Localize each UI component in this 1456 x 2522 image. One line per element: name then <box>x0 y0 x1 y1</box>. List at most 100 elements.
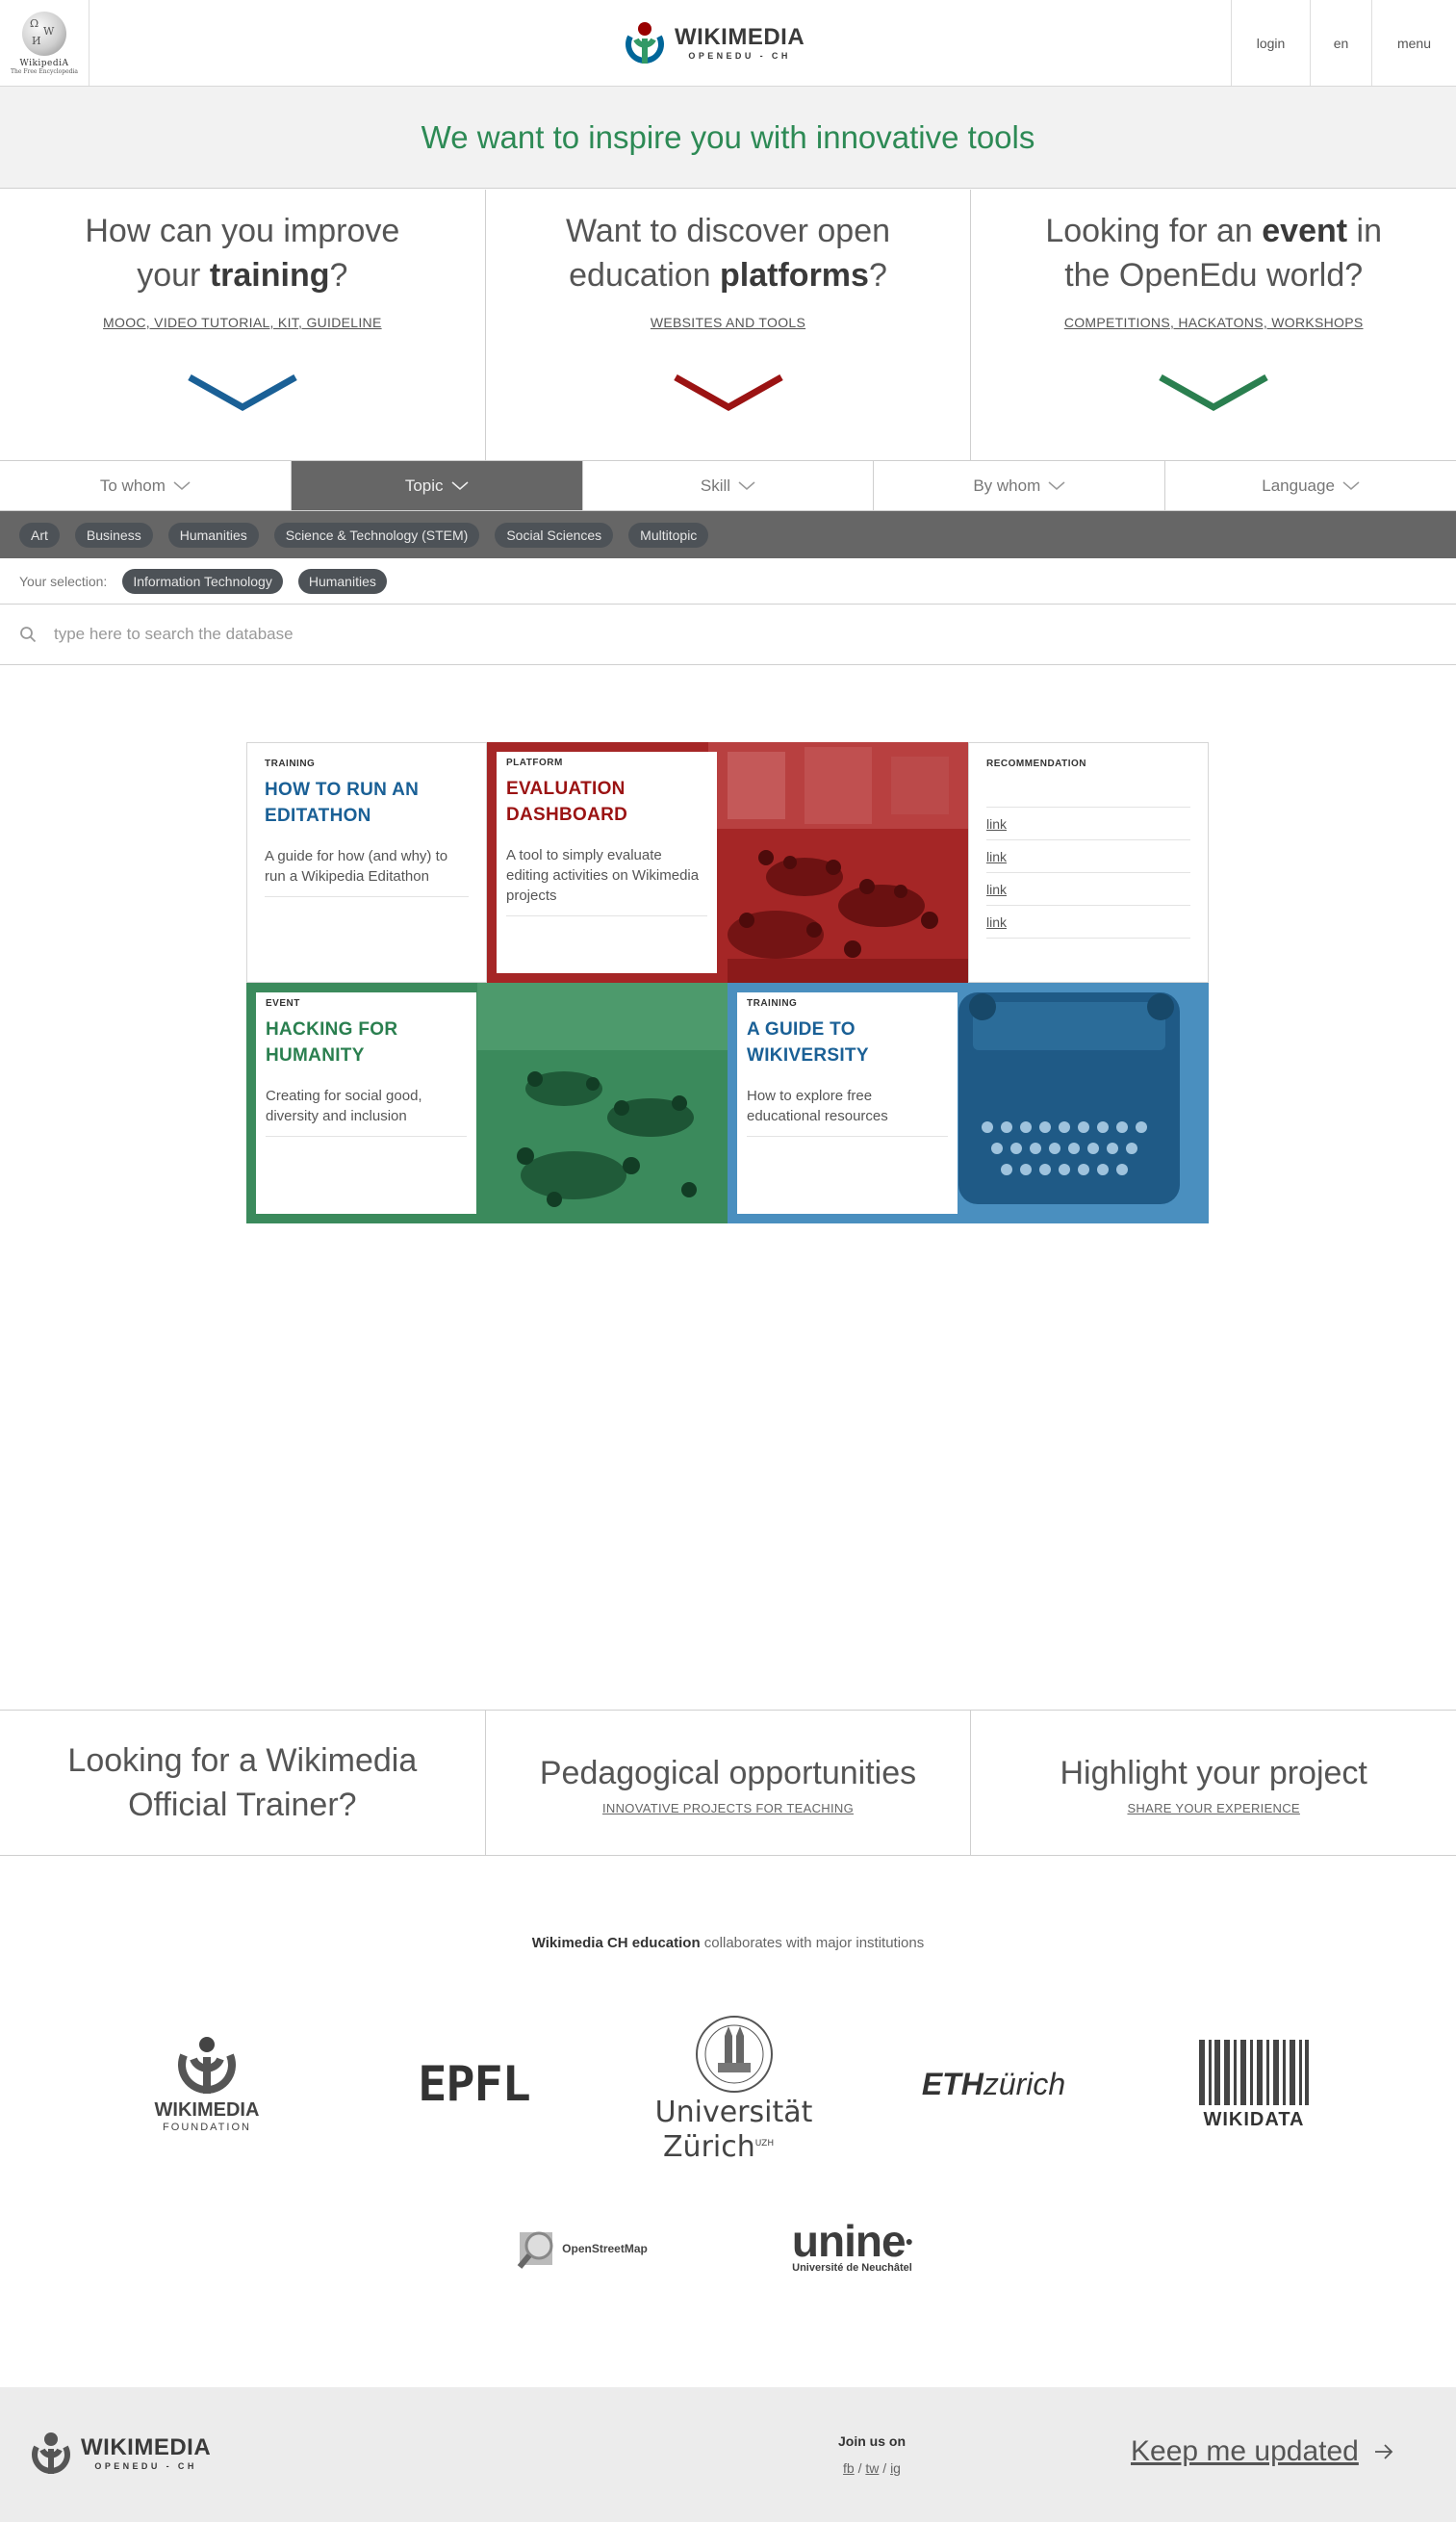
card-wikiversity[interactable]: TRAINING A GUIDE TO WIKIVERSITY How to e… <box>728 983 1209 1223</box>
card-description: A tool to simply evaluate editing activi… <box>506 845 707 916</box>
footer-brand[interactable]: WIKIMEDIA OPENEDU - CH <box>29 2432 211 2476</box>
recommendation-link[interactable]: link <box>986 808 1190 840</box>
wmf-line2: FOUNDATION <box>163 2121 251 2133</box>
wikimedia-brand[interactable]: WIKIMEDIA OPENEDU - CH <box>623 19 805 67</box>
tab-language[interactable]: Language <box>1165 461 1456 510</box>
card-kicker: PLATFORM <box>506 758 563 768</box>
card-description: A guide for how (and why) to run a Wikip… <box>265 846 469 897</box>
uzh-sup: UZH <box>754 2138 775 2149</box>
recommendation-link[interactable]: link <box>986 906 1190 939</box>
search-bar <box>0 605 1456 665</box>
card-kicker: EVENT <box>266 998 300 1009</box>
tab-skill[interactable]: Skill <box>583 461 875 510</box>
uzh-line1: Universität <box>654 2095 813 2129</box>
intro-events[interactable]: Looking for an event in the OpenEdu worl… <box>971 190 1456 460</box>
login-button[interactable]: login <box>1231 0 1310 86</box>
partners-intro: Wikimedia CH education collaborates with… <box>531 1935 925 1951</box>
brand-name: WIKIMEDIA <box>675 24 805 50</box>
card-description: How to explore free educational resource… <box>747 1086 948 1137</box>
banner-title: We want to inspire you with innovative t… <box>421 118 1035 155</box>
epfl-logo[interactable]: EPFL <box>399 2055 549 2113</box>
info-highlight[interactable]: Highlight your project SHARE YOUR EXPERI… <box>971 1711 1456 1855</box>
card-hacking-for-humanity[interactable]: EVENT HACKING FOR HUMANITY Creating for … <box>246 983 728 1223</box>
chevron-down-icon <box>1048 480 1065 490</box>
wikipedia-wordmark: WikipediA <box>19 58 69 68</box>
wmf-line1: WIKIMEDIA <box>154 2098 260 2121</box>
wikipedia-globe-icon: ΩWИ <box>22 11 66 56</box>
wikipedia-logo[interactable]: ΩWИ WikipediA The Free Encyclopedia <box>0 0 89 86</box>
chevron-down-icon[interactable] <box>1158 374 1269 413</box>
info-highlight-link[interactable]: SHARE YOUR EXPERIENCE <box>1127 1801 1299 1815</box>
unine-wordmark: unine● <box>791 2216 913 2266</box>
facebook-link[interactable]: fb <box>843 2460 855 2476</box>
uzh-logo[interactable]: Universität ZürichUZH <box>655 2014 812 2163</box>
recommendation-link[interactable]: link <box>986 873 1190 906</box>
site-header: ΩWИ WikipediA The Free Encyclopedia WIKI… <box>0 0 1456 87</box>
card-title: HACKING FOR HUMANITY <box>266 1019 398 1066</box>
card-title: EVALUATION DASHBOARD <box>506 779 628 825</box>
topic-chip-business[interactable]: Business <box>74 522 153 548</box>
selected-chip-information-technology[interactable]: Information Technology <box>122 568 283 594</box>
wikimedia-logo-icon <box>32 2432 70 2474</box>
language-button[interactable]: en <box>1310 0 1371 86</box>
card-title: HOW TO RUN AN EDITATHON <box>265 780 420 826</box>
menu-button[interactable]: menu <box>1371 0 1456 86</box>
topic-chip-humanities[interactable]: Humanities <box>167 522 259 548</box>
chevron-down-icon[interactable] <box>187 374 298 413</box>
intro-events-link[interactable]: COMPETITIONS, HACKATONS, WORKSHOPS <box>1064 315 1364 330</box>
results-grid: TRAINING HOW TO RUN AN EDITATHON A guide… <box>246 742 1209 1223</box>
wikimedia-logo-icon <box>626 22 664 64</box>
newsletter-signup-link[interactable]: Keep me updated <box>1131 2435 1393 2468</box>
intro-events-heading: Looking for an event in the OpenEdu worl… <box>1045 213 1383 294</box>
intro-platforms-link[interactable]: WEBSITES AND TOOLS <box>651 315 805 330</box>
chevron-down-icon <box>1342 480 1360 490</box>
intro-training-link[interactable]: MOOC, VIDEO TUTORIAL, KIT, GUIDELINE <box>103 315 382 330</box>
card-description: Creating for social good, diversity and … <box>266 1086 467 1137</box>
info-pedagogical-link[interactable]: INNOVATIVE PROJECTS FOR TEACHING <box>602 1801 854 1815</box>
topic-chip-bar: Art Business Humanities Science & Techno… <box>0 511 1456 558</box>
info-pedagogical[interactable]: Pedagogical opportunities INNOVATIVE PRO… <box>486 1711 972 1855</box>
footer-brand-name: WIKIMEDIA <box>81 2434 212 2460</box>
recommendation-link[interactable]: link <box>986 840 1190 873</box>
openstreetmap-logo[interactable]: OpenStreetMap <box>512 2222 651 2276</box>
openstreetmap-magnifier-icon <box>517 2231 553 2269</box>
card-title: A GUIDE TO WIKIVERSITY <box>747 1019 869 1066</box>
wikipedia-tagline: The Free Encyclopedia <box>11 67 78 75</box>
chevron-down-icon <box>173 480 191 490</box>
twitter-link[interactable]: tw <box>865 2460 879 2476</box>
instagram-link[interactable]: ig <box>890 2460 901 2476</box>
selected-chip-humanities[interactable]: Humanities <box>297 568 387 594</box>
card-kicker: TRAINING <box>747 998 798 1009</box>
card-evaluation-dashboard[interactable]: PLATFORM EVALUATION DASHBOARD A tool to … <box>487 742 968 983</box>
search-input[interactable] <box>54 625 920 644</box>
unine-logo[interactable]: unine● Université de Neuchâtel <box>773 2216 932 2278</box>
tab-by-whom[interactable]: By whom <box>874 461 1166 510</box>
unine-subtitle: Université de Neuchâtel <box>792 2262 912 2274</box>
tab-to-whom[interactable]: To whom <box>0 461 292 510</box>
info-pedagogical-title: Pedagogical opportunities <box>539 1754 917 1791</box>
intro-training[interactable]: How can you improve your training? MOOC,… <box>0 190 486 460</box>
topic-chip-multitopic[interactable]: Multitopic <box>628 522 709 548</box>
tab-topic[interactable]: Topic <box>291 461 583 510</box>
chevron-down-icon <box>738 480 755 490</box>
topic-chip-art[interactable]: Art <box>19 522 60 548</box>
selection-bar: Your selection: Information Technology H… <box>0 558 1456 605</box>
wikidata-barcode-icon <box>1199 2039 1309 2105</box>
epfl-wordmark: EPFL <box>418 2056 530 2112</box>
topic-chip-social-sciences[interactable]: Social Sciences <box>495 522 614 548</box>
card-editathon[interactable]: TRAINING HOW TO RUN AN EDITATHON A guide… <box>246 742 487 983</box>
wikidata-wordmark: WIKIDATA <box>1203 2108 1305 2130</box>
search-icon <box>20 627 37 643</box>
chevron-down-icon[interactable] <box>673 374 784 413</box>
eth-logo[interactable]: ETH zürich <box>919 2060 1068 2108</box>
intro-platforms[interactable]: Want to discover open education platform… <box>486 190 972 460</box>
wikimedia-foundation-logo[interactable]: WIKIMEDIA FOUNDATION <box>135 2031 279 2137</box>
topic-chip-stem[interactable]: Science & Technology (STEM) <box>273 522 480 548</box>
filter-tabs: To whom Topic Skill By whom Language <box>0 461 1456 511</box>
social-links: Join us on fb / tw / ig <box>789 2433 955 2476</box>
info-section: Looking for a Wikimedia Official Trainer… <box>0 1710 1456 1856</box>
join-title: Join us on <box>838 2433 906 2449</box>
wikidata-logo[interactable]: WIKIDATA <box>1187 2036 1321 2132</box>
info-trainer[interactable]: Looking for a Wikimedia Official Trainer… <box>0 1711 486 1855</box>
footer-brand-subtitle: OPENEDU - CH <box>94 2461 197 2471</box>
